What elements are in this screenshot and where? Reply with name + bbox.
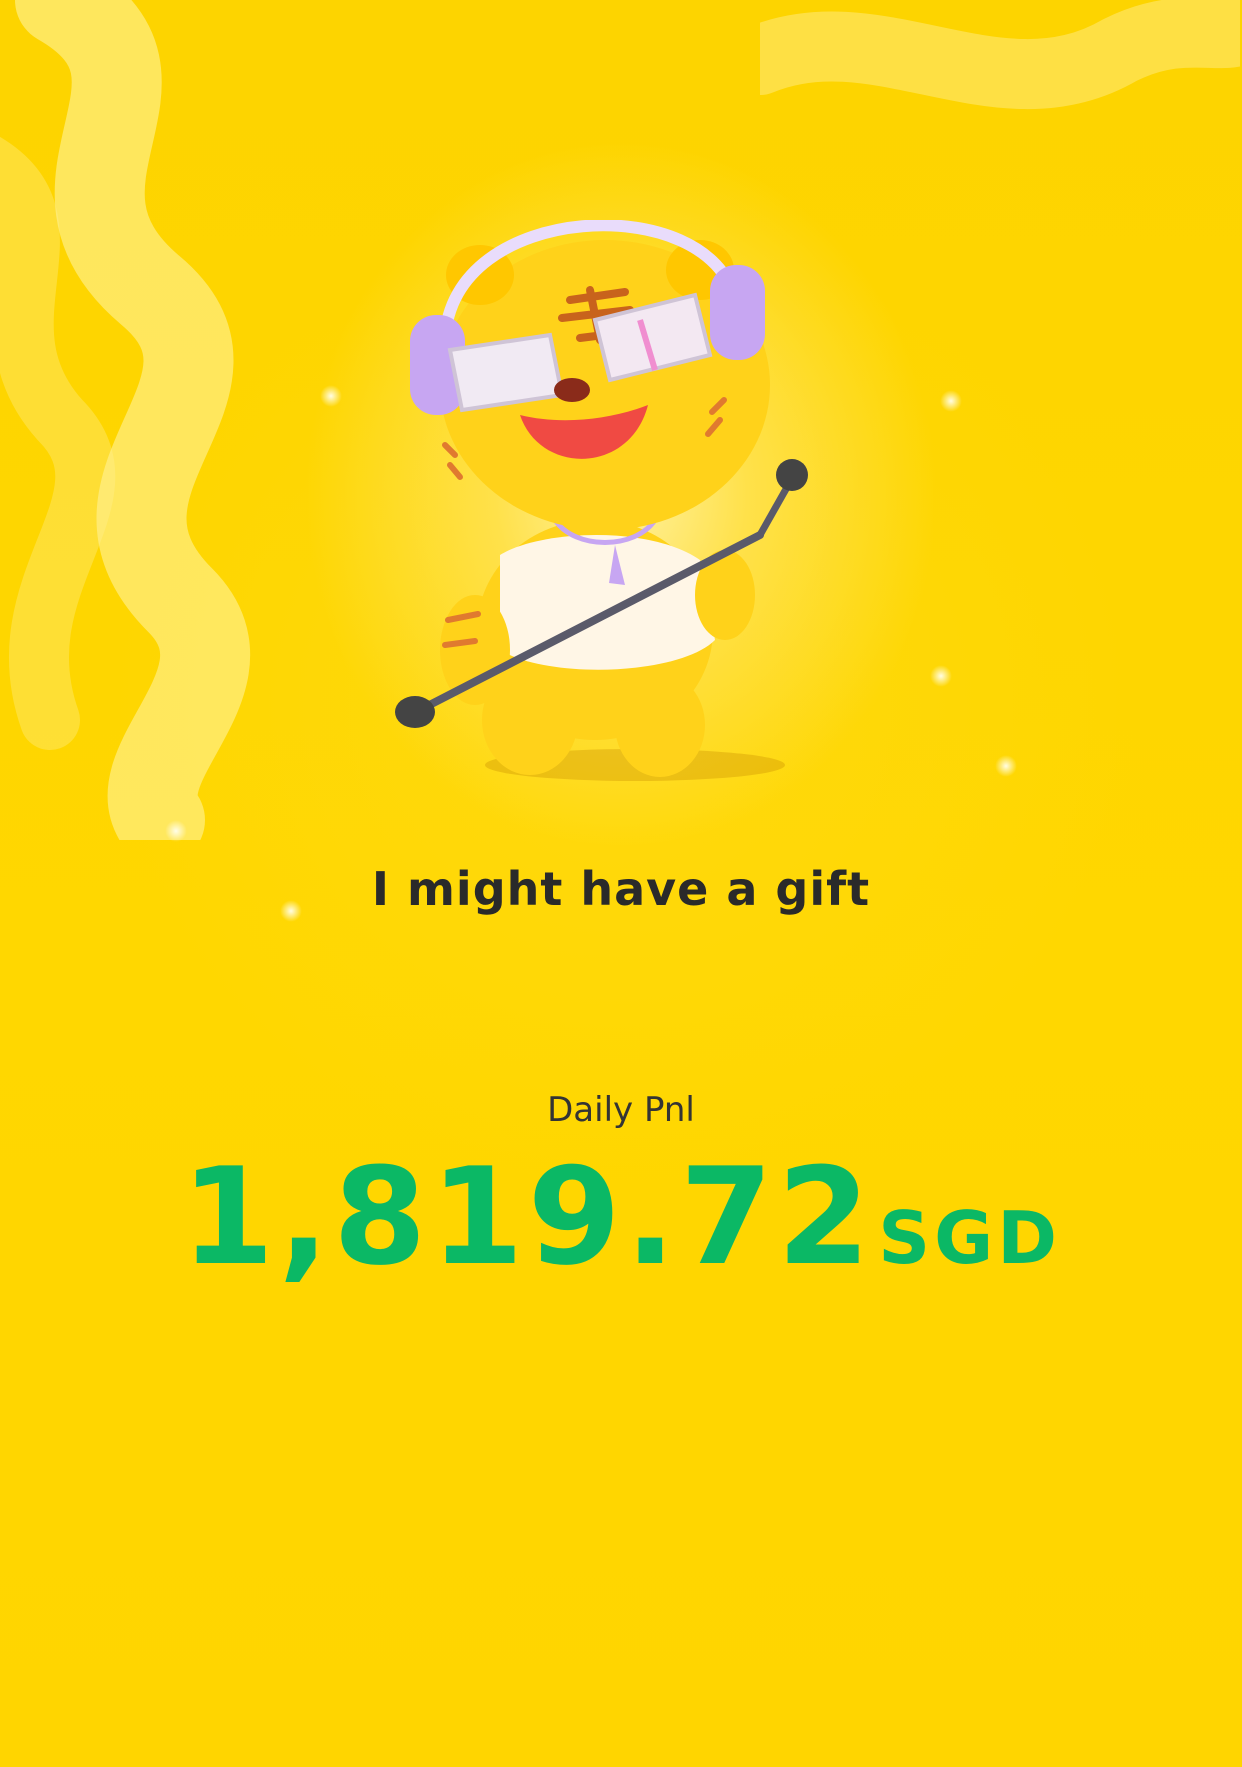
gift-card-page: I might have a gift Daily Pnl 1,819.72SG… xyxy=(0,0,1242,1767)
pnl-currency: SGD xyxy=(878,1196,1061,1280)
tiger-singer-icon xyxy=(390,219,850,790)
sparkle-decoration xyxy=(940,390,962,412)
pnl-amount: 1,819.72 xyxy=(181,1139,875,1295)
headline-text: I might have a gift xyxy=(371,862,871,916)
sparkle-decoration xyxy=(930,665,952,687)
sparkle-decoration xyxy=(995,755,1017,777)
sparkle-decoration xyxy=(165,820,187,842)
sparkle-decoration xyxy=(320,385,342,407)
daily-pnl-label: Daily Pnl xyxy=(547,1090,695,1130)
daily-pnl-value: 1,819.72SGD xyxy=(0,1150,1242,1284)
